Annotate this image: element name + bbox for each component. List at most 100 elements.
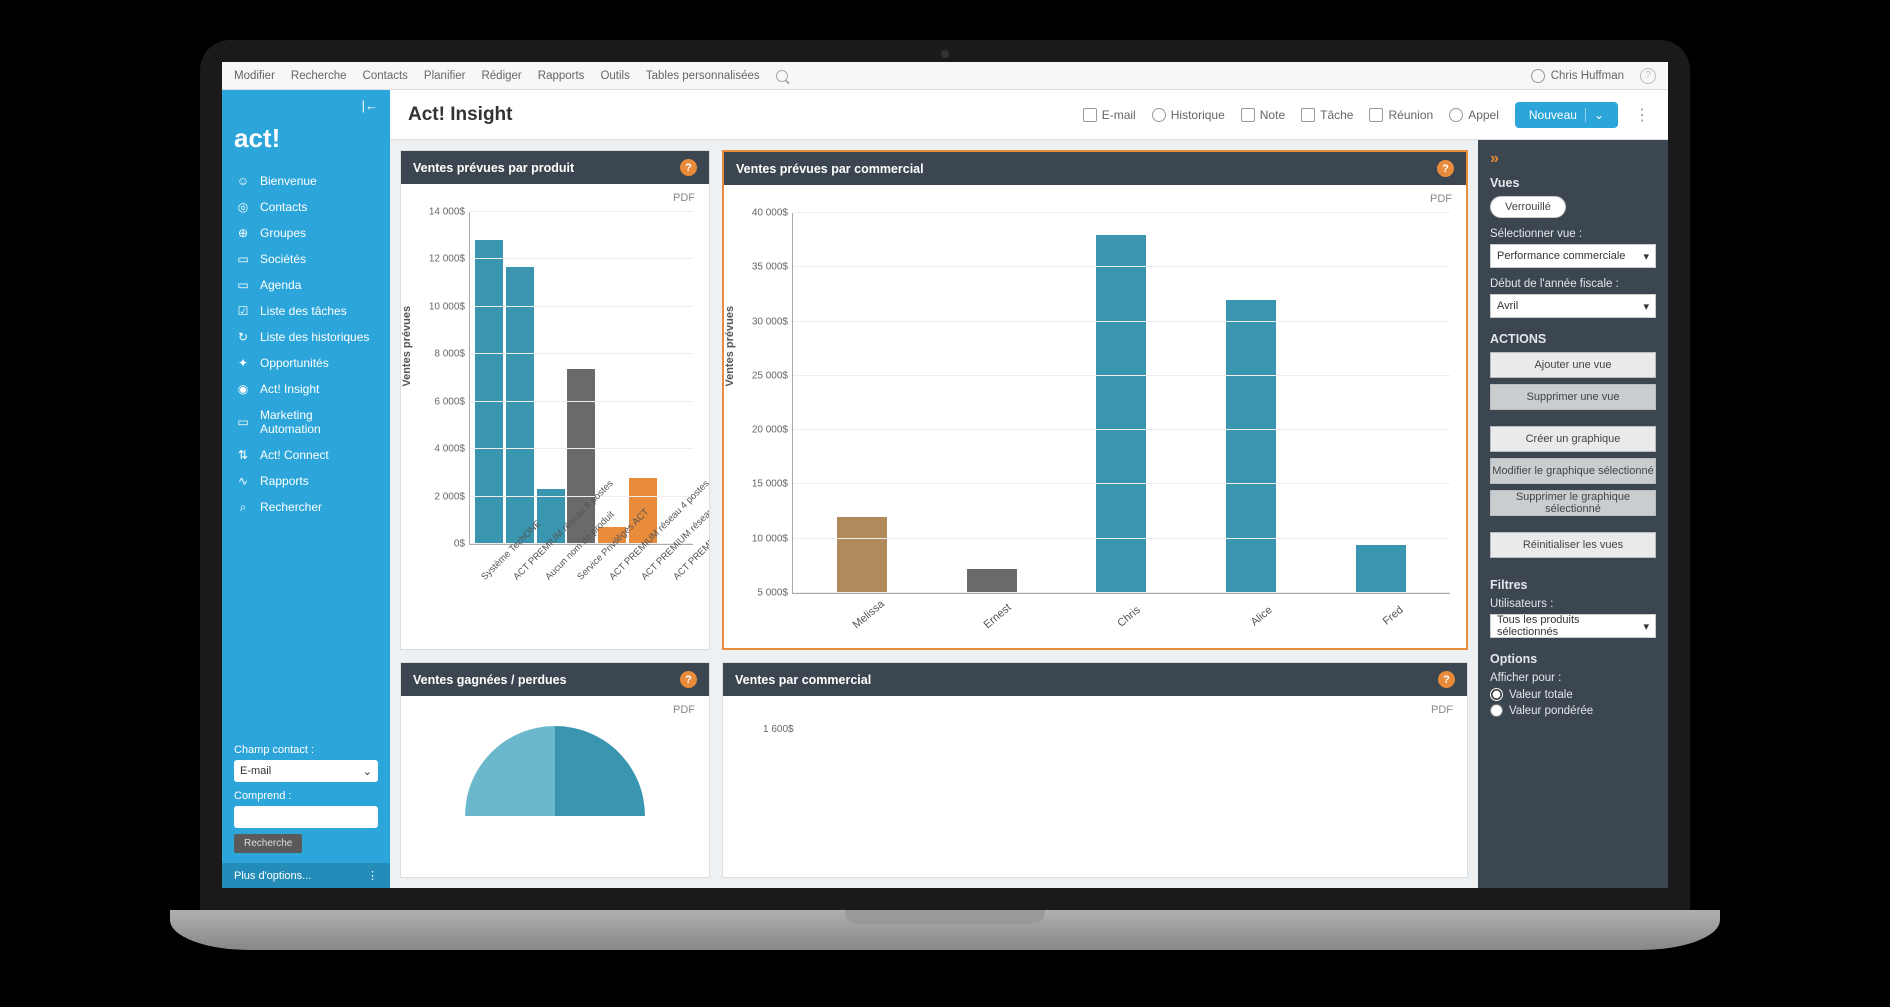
sidebar-item-contacts[interactable]: ◎Contacts <box>222 194 390 220</box>
delete-view-button[interactable]: Supprimer une vue <box>1490 384 1656 410</box>
menu-planifier[interactable]: Planifier <box>424 70 466 82</box>
new-button-label: Nouveau <box>1529 108 1577 122</box>
pie-chart <box>465 726 645 816</box>
card-ventes-gagnees: Ventes gagnées / perdues ? PDF <box>400 662 710 878</box>
reset-views-button[interactable]: Réinitialiser les vues <box>1490 532 1656 558</box>
task-icon <box>1301 108 1315 122</box>
nav-icon: ◎ <box>236 200 250 214</box>
nav-icon: ▭ <box>236 252 250 266</box>
menu-rapports[interactable]: Rapports <box>538 70 585 82</box>
pdf-link[interactable]: PDF <box>733 702 1457 718</box>
contact-field-select[interactable]: E-mail ⌄ <box>234 760 378 782</box>
menu-contacts[interactable]: Contacts <box>363 70 408 82</box>
action-task[interactable]: Tâche <box>1301 108 1353 122</box>
nav-icon: ↻ <box>236 330 250 344</box>
select-view[interactable]: Performance commerciale ▾ <box>1490 244 1656 268</box>
brand-logo: act! <box>222 117 390 164</box>
radio-total[interactable]: Valeur totale <box>1490 688 1656 701</box>
card-help-icon[interactable]: ? <box>680 159 697 176</box>
pdf-link[interactable]: PDF <box>411 190 699 206</box>
bar <box>967 569 1017 593</box>
card-help-icon[interactable]: ? <box>680 671 697 688</box>
card-help-icon[interactable]: ? <box>1438 671 1455 688</box>
caret-down-icon: ▾ <box>1643 250 1649 263</box>
action-note[interactable]: Note <box>1241 108 1285 122</box>
sidebar-item-soci-t-s[interactable]: ▭Sociétés <box>222 246 390 272</box>
display-for-label: Afficher pour : <box>1490 672 1656 684</box>
fiscal-select[interactable]: Avril▾ <box>1490 294 1656 318</box>
meeting-icon <box>1369 108 1383 122</box>
action-call[interactable]: Appel <box>1449 108 1499 122</box>
menu-rediger[interactable]: Rédiger <box>481 70 521 82</box>
sidebar-item-opportunit-s[interactable]: ✦Opportunités <box>222 350 390 376</box>
sidebar-item-act-insight[interactable]: ◉Act! Insight <box>222 376 390 402</box>
chevron-down-icon: ⌄ <box>1594 108 1604 122</box>
options-title: Options <box>1490 652 1656 666</box>
nav-label: Act! Connect <box>260 448 329 462</box>
y-axis-label: Ventes prévues <box>724 305 736 386</box>
card-title: Ventes prévues par produit <box>413 161 574 175</box>
search-button[interactable]: Recherche <box>234 834 302 853</box>
y-tick: 5 000$ <box>757 588 793 599</box>
pdf-link[interactable]: PDF <box>734 191 1456 207</box>
y-tick: 20 000$ <box>752 425 793 436</box>
help-icon[interactable]: ? <box>1640 68 1656 84</box>
user-icon <box>1531 69 1545 83</box>
action-meeting[interactable]: Réunion <box>1369 108 1433 122</box>
nav-label: Agenda <box>260 278 301 292</box>
page-title: Act! Insight <box>408 104 513 126</box>
y-tick: 25 000$ <box>752 370 793 381</box>
user-menu[interactable]: Chris Huffman <box>1531 69 1624 83</box>
create-chart-button[interactable]: Créer un graphique <box>1490 426 1656 452</box>
sidebar-item-rapports[interactable]: ∿Rapports <box>222 468 390 494</box>
action-history[interactable]: Historique <box>1152 108 1225 122</box>
radio-weighted[interactable]: Valeur pondérée <box>1490 704 1656 717</box>
more-options[interactable]: Plus d'options... ⋮ <box>222 863 390 888</box>
expand-icon[interactable]: » <box>1490 150 1656 168</box>
phone-icon <box>1449 108 1463 122</box>
y-tick: 1 600$ <box>733 718 1457 735</box>
collapse-icon[interactable]: |← <box>362 98 378 113</box>
sidebar-item-bienvenue[interactable]: ☺Bienvenue <box>222 168 390 194</box>
menu-outils[interactable]: Outils <box>600 70 629 82</box>
menu-modifier[interactable]: Modifier <box>234 70 275 82</box>
contains-input[interactable] <box>234 806 378 828</box>
new-button[interactable]: Nouveau ⌄ <box>1515 102 1618 128</box>
bar <box>1226 300 1276 593</box>
nav-label: Rapports <box>260 474 309 488</box>
nav-label: Act! Insight <box>260 382 319 396</box>
sidebar-item-rechercher[interactable]: ⌕Rechercher <box>222 494 390 520</box>
pdf-link[interactable]: PDF <box>411 702 699 718</box>
card-help-icon[interactable]: ? <box>1437 160 1454 177</box>
fiscal-label: Début de l'année fiscale : <box>1490 278 1656 290</box>
modify-chart-button[interactable]: Modifier le graphique sélectionné <box>1490 458 1656 484</box>
sidebar-item-marketing-automation[interactable]: ▭ Marketing Automation <box>222 402 390 442</box>
search-icon[interactable] <box>776 70 788 82</box>
card-ventes-commercial[interactable]: Ventes prévues par commercial ? PDF Vent… <box>722 150 1468 650</box>
y-tick: 15 000$ <box>752 479 793 490</box>
action-email[interactable]: E-mail <box>1083 108 1136 122</box>
locked-toggle[interactable]: Verrouillé <box>1490 196 1566 218</box>
select-view-value: Performance commerciale <box>1497 250 1625 262</box>
nav-label: Groupes <box>260 226 306 240</box>
y-tick: 8 000$ <box>434 349 470 360</box>
sidebar-item-groupes[interactable]: ⊕Groupes <box>222 220 390 246</box>
sidebar-item-liste-des-historiques[interactable]: ↻Liste des historiques <box>222 324 390 350</box>
action-note-label: Note <box>1260 108 1285 122</box>
sidebar-item-agenda[interactable]: ▭Agenda <box>222 272 390 298</box>
sidebar-item-act-connect[interactable]: ⇅Act! Connect <box>222 442 390 468</box>
bar <box>506 267 534 544</box>
menu-recherche[interactable]: Recherche <box>291 70 347 82</box>
users-select[interactable]: Tous les produits sélectionnés▾ <box>1490 614 1656 638</box>
menu-tables[interactable]: Tables personnalisées <box>646 70 760 82</box>
radio-total-label: Valeur totale <box>1509 689 1573 701</box>
y-tick: 40 000$ <box>752 208 793 219</box>
nav-icon: ▭ <box>236 415 250 429</box>
nav-label: Marketing Automation <box>260 408 376 436</box>
add-view-button[interactable]: Ajouter une vue <box>1490 352 1656 378</box>
card-ventes-par-commercial: Ventes par commercial ? PDF 1 600$ <box>722 662 1468 878</box>
more-menu-icon[interactable]: ⋮ <box>1634 105 1650 125</box>
delete-chart-button[interactable]: Supprimer le graphique sélectionné <box>1490 490 1656 516</box>
y-axis-label: Ventes prévues <box>401 305 413 386</box>
sidebar-item-liste-des-t-ches[interactable]: ☑Liste des tâches <box>222 298 390 324</box>
